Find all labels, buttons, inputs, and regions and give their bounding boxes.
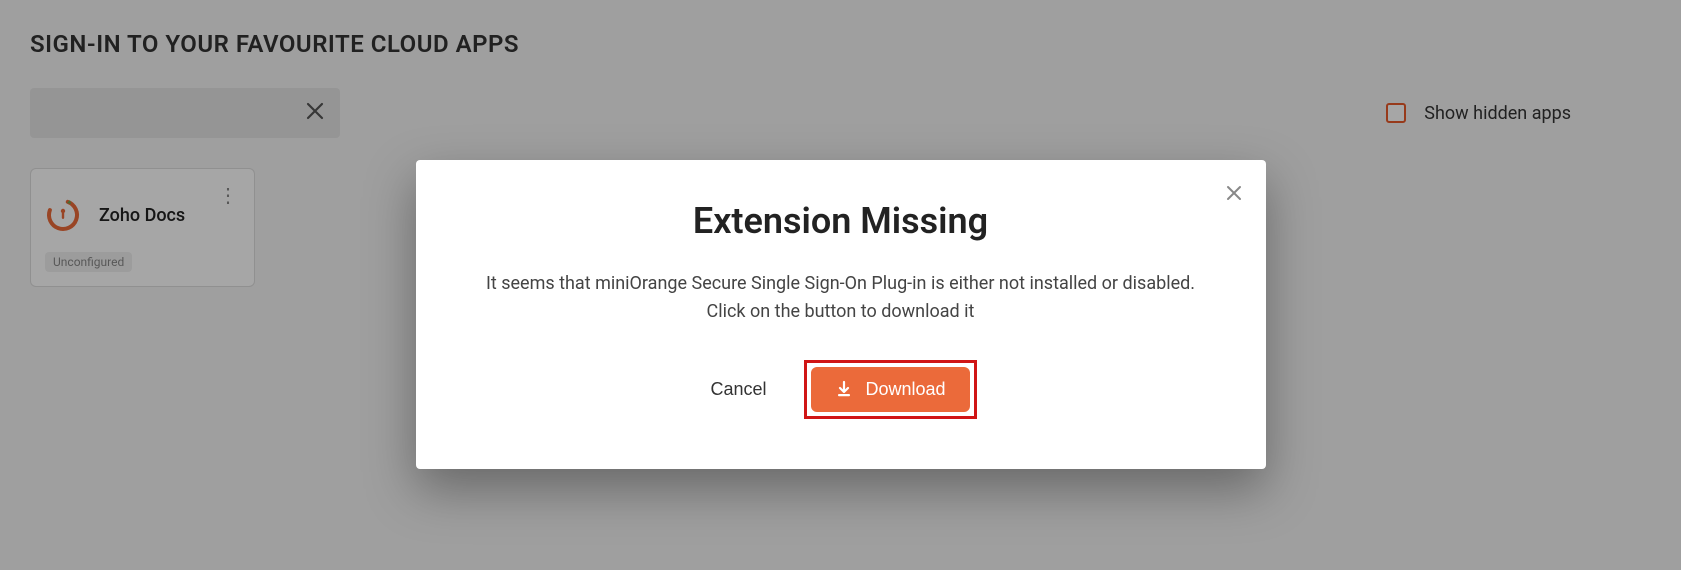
modal-body-line2: Click on the button to download it bbox=[707, 301, 975, 322]
download-button[interactable]: Download bbox=[811, 367, 969, 412]
modal-body-line1: It seems that miniOrange Secure Single S… bbox=[486, 273, 1195, 294]
download-button-label: Download bbox=[865, 379, 945, 400]
download-highlight: Download bbox=[804, 360, 976, 419]
modal-actions: Cancel Download bbox=[456, 360, 1226, 419]
modal: Extension Missing It seems that miniOran… bbox=[416, 160, 1266, 469]
close-icon bbox=[1226, 184, 1242, 206]
cancel-button[interactable]: Cancel bbox=[704, 369, 772, 410]
modal-overlay: Extension Missing It seems that miniOran… bbox=[0, 0, 1681, 570]
modal-close-button[interactable] bbox=[1220, 178, 1248, 213]
modal-title: Extension Missing bbox=[456, 200, 1226, 242]
download-icon bbox=[835, 380, 853, 398]
modal-body: It seems that miniOrange Secure Single S… bbox=[456, 270, 1226, 326]
